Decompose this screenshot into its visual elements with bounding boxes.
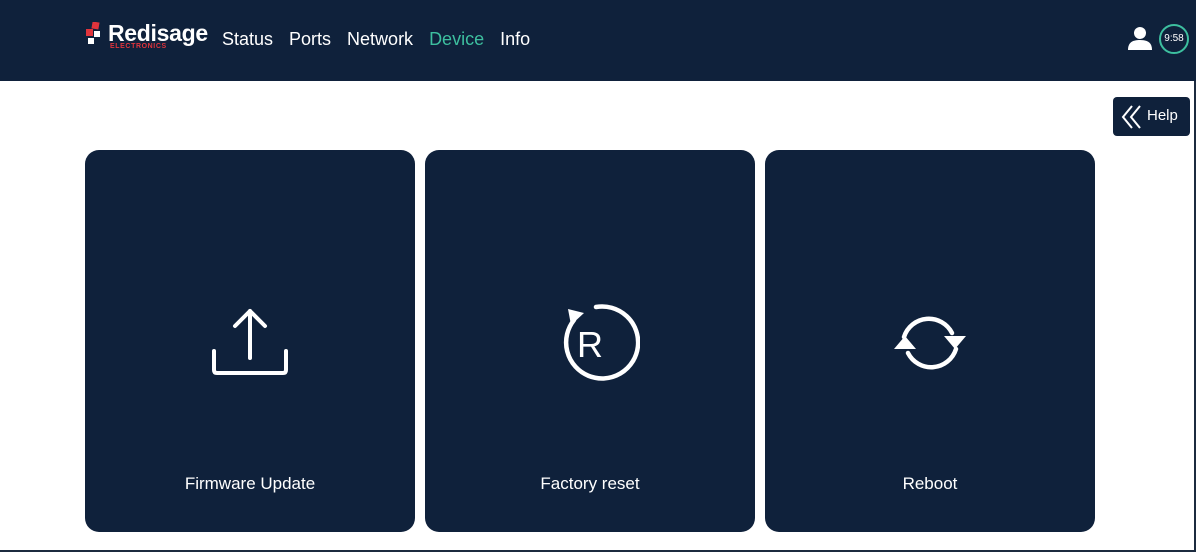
- nav-item-status[interactable]: Status: [222, 27, 273, 51]
- reboot-label: Reboot: [902, 474, 958, 493]
- main-nav: Status Ports Network Device Info: [222, 27, 546, 51]
- factory-reset-card[interactable]: R Factory reset: [425, 150, 755, 532]
- help-button[interactable]: Help: [1113, 97, 1190, 136]
- factory-reset-label: Factory reset: [540, 474, 640, 493]
- firmware-update-label: Firmware Update: [184, 474, 316, 493]
- upload-icon: [212, 309, 288, 375]
- nav-item-info[interactable]: Info: [500, 27, 530, 51]
- bottom-border: [0, 550, 1196, 552]
- top-navigation-bar: Redisage ELECTRONICS Status Ports Networ…: [0, 0, 1196, 81]
- nav-item-device[interactable]: Device: [429, 27, 484, 51]
- user-icon[interactable]: [1127, 25, 1153, 51]
- brand-logo[interactable]: Redisage ELECTRONICS: [86, 20, 212, 54]
- factory-reset-icon: R: [563, 304, 640, 381]
- brand-tagline: ELECTRONICS: [110, 43, 167, 50]
- brand-mark-icon: [86, 22, 100, 44]
- nav-item-network[interactable]: Network: [347, 27, 413, 51]
- nav-item-ports[interactable]: Ports: [289, 27, 331, 51]
- help-label: Help: [1147, 107, 1178, 124]
- reboot-card[interactable]: Reboot: [765, 150, 1095, 532]
- svg-text:R: R: [577, 324, 603, 365]
- firmware-update-card[interactable]: Firmware Update: [85, 150, 415, 532]
- session-timer: 9:58: [1159, 24, 1189, 54]
- reboot-icon: [894, 316, 966, 370]
- double-chevron-left-icon: [1121, 105, 1141, 129]
